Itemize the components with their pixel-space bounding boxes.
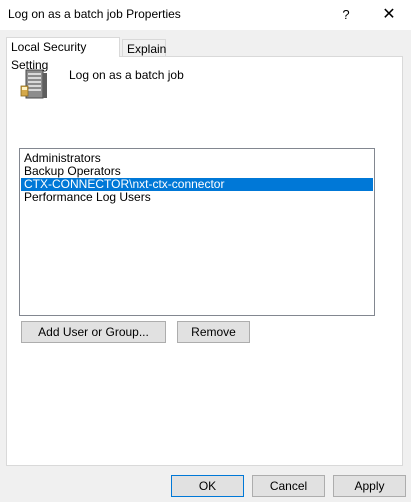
add-user-or-group-button[interactable]: Add User or Group...: [21, 321, 166, 343]
ok-button[interactable]: OK: [171, 475, 244, 497]
list-item[interactable]: Performance Log Users: [21, 191, 373, 204]
close-button[interactable]: ✕: [374, 0, 404, 30]
remove-button[interactable]: Remove: [177, 321, 250, 343]
cancel-button[interactable]: Cancel: [252, 475, 325, 497]
policy-name: Log on as a batch job: [69, 68, 184, 82]
title-bar: Log on as a batch job Properties ? ✕: [0, 0, 411, 30]
tab-local-security-setting[interactable]: Local Security Setting: [6, 37, 120, 72]
apply-button[interactable]: Apply: [333, 475, 406, 497]
window-title: Log on as a batch job Properties: [8, 7, 181, 21]
tab-explain[interactable]: Explain: [122, 39, 166, 57]
members-listbox[interactable]: Administrators Backup Operators CTX-CONN…: [19, 148, 375, 316]
help-button[interactable]: ?: [334, 0, 358, 30]
